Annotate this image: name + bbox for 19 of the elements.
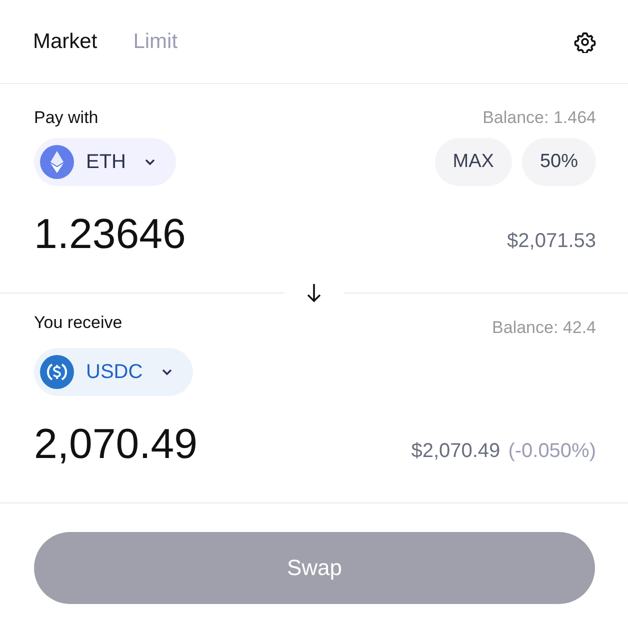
token-selector[interactable]: USDC	[34, 348, 193, 396]
section-label: Pay with	[34, 108, 98, 128]
chevron-down-icon	[144, 158, 156, 166]
balance-text: Balance: 42.4	[492, 318, 596, 338]
amount-input[interactable]: 1.23646	[34, 210, 186, 258]
usd-value: $2,070.49	[411, 440, 500, 462]
tab[interactable]: Market	[33, 30, 98, 54]
chevron-down-icon	[160, 368, 173, 376]
settings-icon[interactable]	[574, 30, 596, 52]
section-label: You receive	[34, 313, 122, 333]
dollar-coin-icon	[40, 355, 74, 389]
price-impact: (-0.050%)	[508, 440, 596, 462]
amount-preset-button[interactable]: MAX	[434, 138, 512, 186]
amount-preset-button[interactable]: 50%	[522, 138, 596, 186]
ethereum-icon	[40, 145, 74, 179]
balance-text: Balance: 1.464	[482, 108, 596, 128]
usd-value: $2,071.53	[507, 230, 596, 252]
token-selector[interactable]: ETH	[34, 138, 176, 186]
amount-output: 2,070.49	[34, 420, 198, 468]
